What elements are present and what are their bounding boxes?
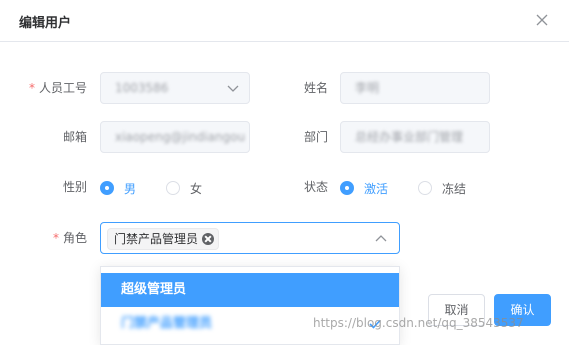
- edit-user-dialog: 编辑用户 * 人员工号 1003586 姓名 李明 邮箱 xiaopeng@jin…: [0, 0, 569, 345]
- radio-unchecked-icon: [166, 181, 180, 195]
- gender-radio-male[interactable]: 男: [100, 178, 136, 198]
- employee-id-select[interactable]: 1003586: [100, 72, 250, 104]
- check-icon: [369, 319, 381, 329]
- status-label: 状态: [303, 180, 328, 194]
- dropdown-item-super-admin[interactable]: 超级管理员: [101, 273, 399, 307]
- role-tag: 门禁产品管理员: [107, 228, 220, 250]
- name-label: 姓名: [303, 81, 328, 95]
- radio-unchecked-icon: [418, 181, 432, 195]
- department-field: 总经办事业部门管理: [340, 121, 490, 153]
- required-mark: *: [52, 231, 59, 245]
- role-label: * 角色: [52, 231, 87, 245]
- chevron-down-icon: [227, 85, 239, 92]
- name-field: 李明: [340, 72, 490, 104]
- role-dropdown: 超级管理员 门禁产品管理员: [100, 266, 400, 345]
- dropdown-item-access-admin[interactable]: 门禁产品管理员: [101, 307, 399, 341]
- tag-close-icon[interactable]: [202, 233, 215, 245]
- cancel-button[interactable]: 取消: [428, 294, 485, 326]
- department-label: 部门: [303, 130, 328, 144]
- department-value: 总经办事业部门管理: [355, 130, 464, 144]
- radio-checked-icon: [100, 181, 114, 195]
- status-radio-frozen[interactable]: 冻结: [418, 178, 466, 198]
- radio-checked-icon: [340, 181, 354, 195]
- email-label: 邮箱: [62, 130, 87, 144]
- chevron-up-icon[interactable]: [375, 233, 387, 245]
- status-radio-active[interactable]: 激活: [340, 178, 388, 198]
- gender-label: 性别: [62, 180, 87, 194]
- name-value: 李明: [355, 81, 380, 95]
- employee-id-label: * 人员工号: [28, 81, 87, 95]
- employee-id-value: 1003586: [115, 81, 169, 95]
- email-field: xiaopeng@jindiangou.com: [100, 121, 250, 153]
- gender-radio-female[interactable]: 女: [166, 178, 202, 198]
- required-mark: *: [28, 81, 35, 95]
- confirm-button[interactable]: 确认: [494, 294, 551, 326]
- dialog-title: 编辑用户: [19, 16, 72, 31]
- email-value: xiaopeng@jindiangou.com: [115, 130, 245, 144]
- dialog-header: 编辑用户: [0, 0, 569, 42]
- role-select[interactable]: 门禁产品管理员: [100, 222, 400, 254]
- close-icon[interactable]: [535, 13, 549, 27]
